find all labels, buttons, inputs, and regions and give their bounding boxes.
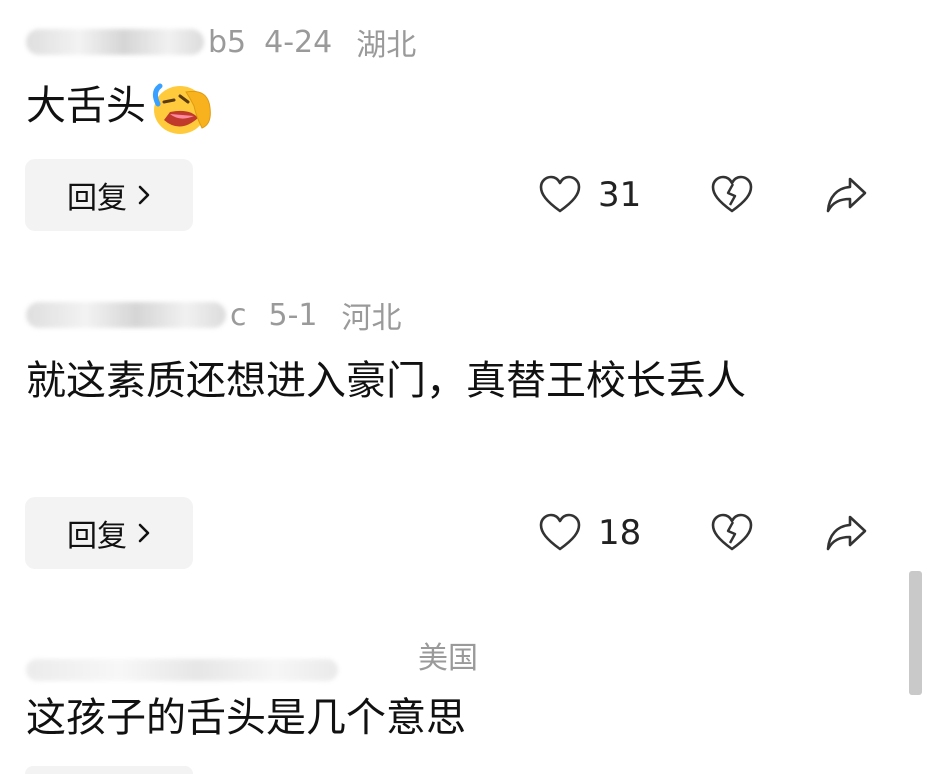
comment-text: 就这素质还想进入豪门，真替王校长丢人 [26,358,746,404]
comment-text: 这孩子的舌头是几个意思 [26,695,466,741]
heart-outline-icon [538,513,582,553]
comment-text-row: 大舌头 [26,74,876,138]
comment-meta: 美国 [26,635,478,681]
username-blurred[interactable] [26,659,338,681]
username-blurred[interactable] [26,29,204,55]
comment-meta: c 5-1 河北 [26,295,402,336]
like-count: 31 [598,175,642,215]
comment-location: 湖北 [356,28,417,63]
comment-date: 4-24 [264,24,333,60]
comment-actions: 31 [538,159,867,231]
reply-label: 回复 [67,181,127,216]
share-arrow-icon[interactable] [824,175,868,215]
username-suffix[interactable]: c [230,298,247,333]
broken-heart-icon[interactable] [710,175,754,215]
broken-heart-icon[interactable] [710,513,754,553]
like-count: 18 [598,513,642,553]
heart-outline-icon [538,175,582,215]
comment-location: 河北 [341,301,402,336]
share-arrow-icon[interactable] [824,513,868,553]
username-blurred[interactable] [26,302,226,328]
like-button[interactable]: 31 [538,175,658,215]
comment-actions: 18 [538,497,867,569]
like-button[interactable]: 18 [538,513,658,553]
reply-button[interactable] [25,766,193,774]
reply-button[interactable]: 回复 [25,159,193,231]
comment-location: 美国 [418,641,478,676]
rolling-laughing-emoji [152,83,211,134]
scrollbar-thumb[interactable] [909,571,922,695]
username-suffix[interactable]: b5 [208,25,246,60]
chevron-right-icon [137,184,151,206]
reply-label: 回复 [67,519,127,554]
comment-text: 大舌头 [26,83,146,129]
comment-meta: b5 4-24 湖北 [26,22,417,63]
chevron-right-icon [137,522,151,544]
reply-button[interactable]: 回复 [25,497,193,569]
comment-date: 5-1 [268,297,318,333]
